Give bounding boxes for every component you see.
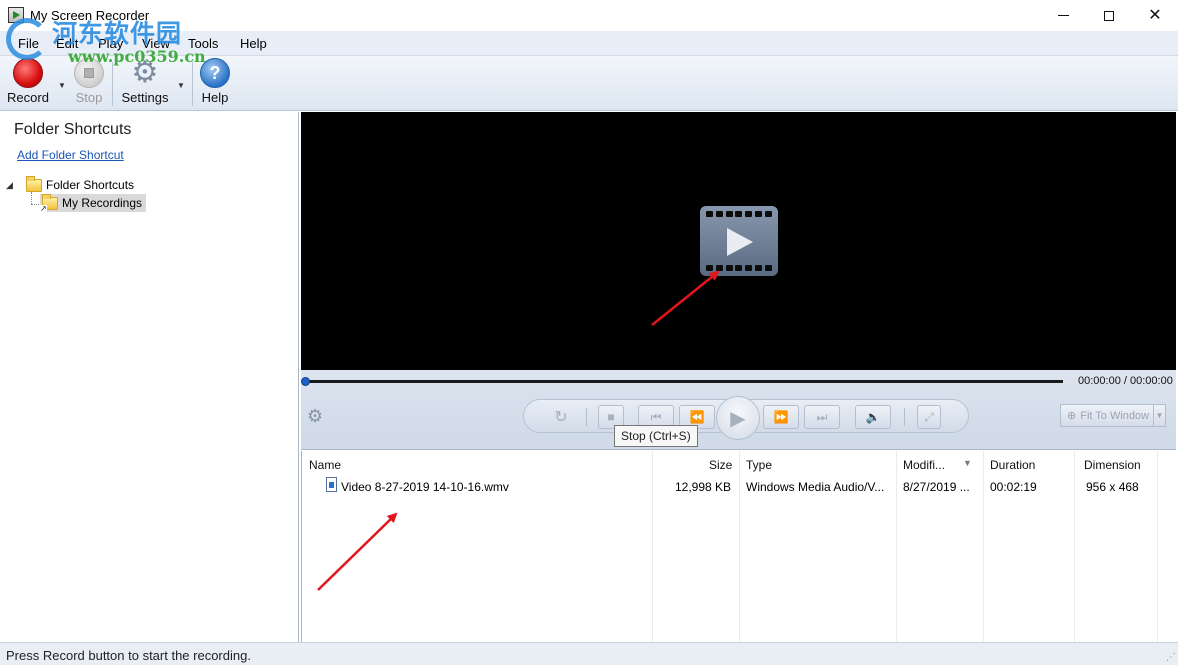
fit-to-window-button[interactable]: ⊕ Fit To Window ▼ bbox=[1060, 404, 1166, 427]
column-header-duration[interactable]: Duration bbox=[990, 458, 1035, 472]
window-title: My Screen Recorder bbox=[30, 8, 150, 23]
playback-control-bar: ↻ ■ ⏮ ⏪ ▶ ⏩ ⏭ 🔈 ⤢ bbox=[523, 396, 969, 440]
expand-toggle-icon[interactable]: ◢ bbox=[6, 180, 18, 191]
resize-grip-icon[interactable]: ⋰ bbox=[1166, 652, 1176, 663]
record-label: Record bbox=[7, 90, 49, 105]
app-icon bbox=[8, 7, 24, 23]
record-button[interactable]: Record bbox=[6, 58, 50, 110]
sort-descending-icon: ▼ bbox=[963, 458, 972, 468]
column-divider bbox=[739, 451, 740, 642]
file-duration: 00:02:19 bbox=[990, 480, 1037, 494]
menu-tools[interactable]: Tools bbox=[188, 36, 218, 51]
menu-help[interactable]: Help bbox=[240, 36, 267, 51]
stop-icon bbox=[74, 58, 104, 88]
column-divider bbox=[896, 451, 897, 642]
settings-dropdown-icon[interactable]: ▼ bbox=[177, 81, 185, 90]
seek-bar[interactable] bbox=[305, 380, 1063, 383]
maximize-icon bbox=[1104, 10, 1114, 21]
control-separator bbox=[904, 408, 905, 426]
folder-shortcuts-panel: Folder Shortcuts Add Folder Shortcut ◢ F… bbox=[0, 112, 299, 642]
rewind-icon: ⏪ bbox=[689, 410, 705, 424]
stop-button[interactable]: Stop bbox=[70, 58, 108, 110]
column-header-modified[interactable]: Modifi... bbox=[903, 458, 945, 472]
fit-dropdown-icon[interactable]: ▼ bbox=[1153, 405, 1165, 426]
status-bar: Press Record button to start the recordi… bbox=[0, 642, 1178, 665]
tree-line bbox=[31, 192, 32, 204]
column-header-name[interactable]: Name bbox=[309, 458, 341, 472]
skip-back-icon: ⏮ bbox=[650, 409, 662, 424]
recordings-list: Name Size Type Modifi... ▼ Duration Dime… bbox=[301, 451, 1176, 642]
tree-item-folder-shortcuts[interactable]: ◢ Folder Shortcuts bbox=[6, 175, 135, 194]
minimize-button[interactable] bbox=[1040, 0, 1086, 31]
record-dropdown-icon[interactable]: ▼ bbox=[58, 81, 66, 90]
help-button[interactable]: ? Help bbox=[198, 58, 232, 110]
help-label: Help bbox=[201, 90, 229, 105]
toolbar-separator bbox=[112, 62, 113, 106]
title-bar: My Screen Recorder ✕ bbox=[0, 0, 1178, 31]
file-size: 12,998 KB bbox=[675, 480, 732, 494]
skip-forward-icon: ⏭ bbox=[816, 409, 828, 424]
menu-play[interactable]: Play bbox=[98, 36, 123, 51]
menu-bar: File Edit Play View Tools Help bbox=[0, 31, 1178, 56]
play-button[interactable]: ▶ bbox=[716, 396, 760, 440]
loop-icon[interactable]: ↻ bbox=[544, 405, 578, 429]
fullscreen-button[interactable]: ⤢ bbox=[917, 405, 941, 429]
tree-child-label: My Recordings bbox=[62, 196, 143, 210]
video-placeholder-icon bbox=[700, 206, 778, 276]
menu-file[interactable]: File bbox=[18, 36, 39, 51]
zoom-icon: ⊕ bbox=[1067, 410, 1077, 422]
folder-shortcut-icon bbox=[40, 193, 58, 213]
menu-view[interactable]: View bbox=[142, 36, 170, 51]
player-settings-icon[interactable]: ⚙ bbox=[307, 406, 323, 427]
video-file-icon bbox=[326, 477, 337, 492]
fast-forward-button[interactable]: ⏩ bbox=[763, 405, 799, 429]
control-separator bbox=[586, 408, 587, 426]
toolbar-separator bbox=[192, 62, 193, 106]
stop-icon: ■ bbox=[607, 410, 615, 424]
next-button[interactable]: ⏭ bbox=[804, 405, 840, 429]
panel-title: Folder Shortcuts bbox=[14, 121, 132, 138]
maximize-button[interactable] bbox=[1086, 0, 1132, 31]
tooltip: Stop (Ctrl+S) bbox=[614, 425, 698, 447]
column-divider bbox=[1074, 451, 1075, 642]
fit-label: Fit To Window bbox=[1080, 409, 1150, 422]
record-icon bbox=[13, 58, 43, 88]
tree-root-label: Folder Shortcuts bbox=[46, 178, 135, 192]
menu-edit[interactable]: Edit bbox=[56, 36, 78, 51]
column-header-size[interactable]: Size bbox=[709, 458, 732, 472]
column-header-type[interactable]: Type bbox=[746, 458, 772, 472]
stop-label: Stop bbox=[75, 90, 103, 105]
fast-forward-icon: ⏩ bbox=[773, 410, 789, 424]
settings-label: Settings bbox=[121, 90, 169, 105]
time-display: 00:00:00 / 00:00:00 bbox=[1078, 375, 1173, 387]
gear-icon: ⚙ bbox=[131, 56, 159, 89]
file-dimension: 956 x 468 bbox=[1086, 480, 1139, 494]
column-divider bbox=[1157, 451, 1158, 642]
column-divider bbox=[983, 451, 984, 642]
volume-button[interactable]: 🔈 bbox=[855, 405, 891, 429]
toolbar: Record ▼ Stop ⚙ Settings ▼ ? Help bbox=[0, 56, 1178, 111]
status-text: Press Record button to start the recordi… bbox=[6, 648, 251, 663]
folder-icon bbox=[26, 175, 42, 192]
close-icon: ✕ bbox=[1148, 6, 1162, 24]
tree-item-my-recordings[interactable]: My Recordings bbox=[40, 193, 147, 213]
volume-icon: 🔈 bbox=[865, 410, 881, 424]
fullscreen-icon: ⤢ bbox=[924, 409, 934, 424]
settings-button[interactable]: ⚙ Settings bbox=[118, 58, 172, 110]
play-icon: ▶ bbox=[730, 407, 746, 430]
column-divider bbox=[652, 451, 653, 642]
minimize-icon bbox=[1057, 15, 1069, 16]
file-modified: 8/27/2019 ... bbox=[903, 480, 970, 494]
close-button[interactable]: ✕ bbox=[1132, 0, 1178, 31]
add-folder-shortcut-link[interactable]: Add Folder Shortcut bbox=[17, 148, 124, 162]
seek-thumb[interactable] bbox=[301, 377, 310, 386]
video-preview[interactable] bbox=[301, 112, 1176, 370]
help-icon: ? bbox=[200, 58, 230, 88]
file-name: Video 8-27-2019 14-10-16.wmv bbox=[341, 480, 509, 494]
file-type: Windows Media Audio/V... bbox=[746, 480, 885, 494]
player-controls: 00:00:00 / 00:00:00 ⚙ ↻ ■ ⏮ ⏪ ▶ ⏩ ⏭ 🔈 ⤢ … bbox=[301, 370, 1176, 450]
column-header-dimension[interactable]: Dimension bbox=[1084, 458, 1141, 472]
